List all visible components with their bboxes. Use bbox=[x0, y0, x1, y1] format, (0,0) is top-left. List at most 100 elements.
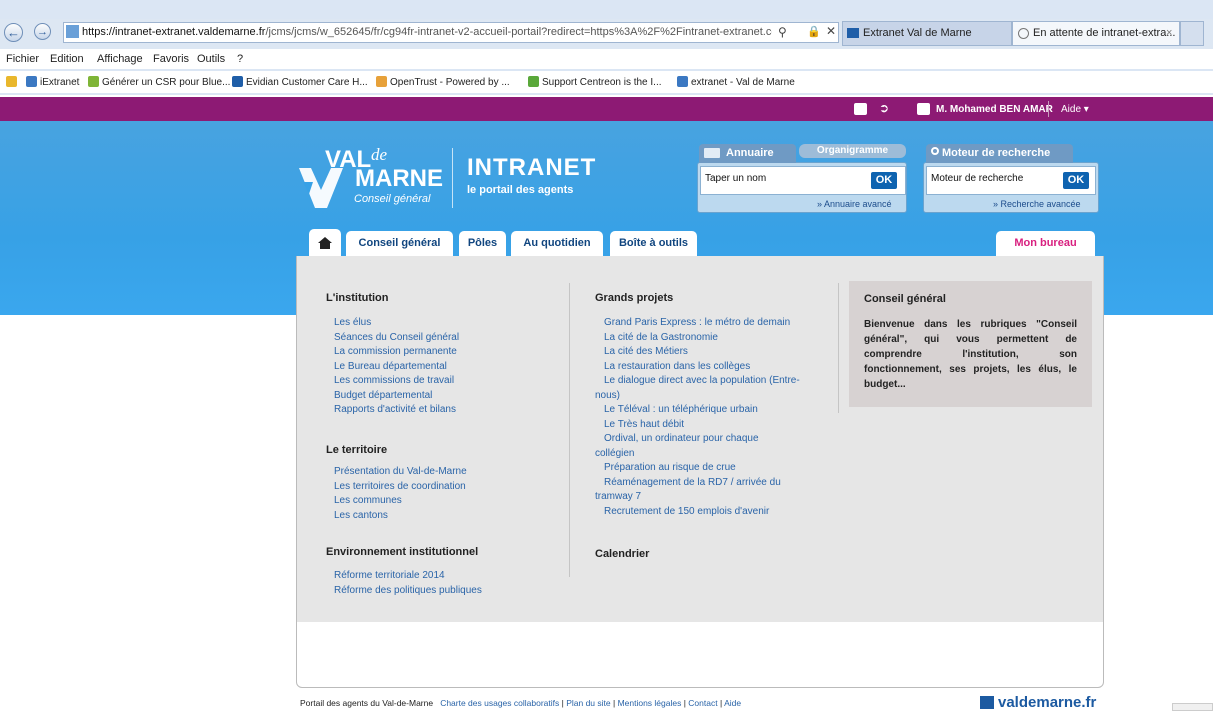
favorite-item[interactable]: iExtranet bbox=[26, 76, 79, 88]
link-ordival[interactable]: Ordival, un ordinateur pour chaque bbox=[595, 432, 810, 447]
link-recrutement[interactable]: Recrutement de 150 emplois d'avenir bbox=[595, 505, 810, 520]
section-title-environnement: Environnement institutionnel bbox=[326, 546, 479, 558]
favorite-item[interactable]: Générer un CSR pour Blue... bbox=[88, 76, 230, 88]
link-communes[interactable]: Les communes bbox=[334, 494, 467, 509]
link-elus[interactable]: Les élus bbox=[334, 316, 459, 331]
menu-help[interactable]: ? bbox=[237, 53, 243, 65]
ie-icon bbox=[26, 76, 37, 87]
menu-view[interactable]: Affichage bbox=[97, 53, 143, 65]
tab-boite-a-outils[interactable]: Boîte à outils bbox=[610, 231, 697, 257]
forward-button[interactable]: → bbox=[34, 23, 51, 40]
link-restauration[interactable]: La restauration dans les collèges bbox=[595, 360, 810, 375]
url-host: https://intranet-extranet.valdemarne.fr bbox=[82, 26, 266, 38]
menu-favorites[interactable]: Favoris bbox=[153, 53, 189, 65]
link-dialogue-cont[interactable]: nous) bbox=[595, 389, 810, 404]
stop-icon[interactable]: ✕ bbox=[826, 24, 836, 38]
territoire-links: Présentation du Val-de-Marne Les territo… bbox=[334, 465, 467, 523]
moteur-ok-button[interactable]: OK bbox=[1061, 170, 1091, 191]
logout-icon[interactable]: ➲ bbox=[879, 102, 892, 115]
close-tab-icon[interactable]: × bbox=[1166, 22, 1172, 45]
link-seances[interactable]: Séances du Conseil général bbox=[334, 331, 459, 346]
link-presentation[interactable]: Présentation du Val-de-Marne bbox=[334, 465, 467, 480]
favorite-item[interactable]: OpenTrust - Powered by ... bbox=[376, 76, 510, 88]
link-rd7-cont[interactable]: tramway 7 bbox=[595, 490, 810, 505]
link-ordival-cont[interactable]: collégien bbox=[595, 447, 810, 462]
favorites-star-icon[interactable] bbox=[6, 76, 20, 88]
annuaire-advanced-link[interactable]: » Annuaire avancé bbox=[817, 199, 892, 209]
site-subtitle: le portail des agents bbox=[467, 184, 574, 196]
footer-link-charte[interactable]: Charte des usages collaboratifs bbox=[440, 698, 559, 708]
favorite-item[interactable]: Evidian Customer Care H... bbox=[232, 76, 368, 88]
link-televal[interactable]: Le Téléval : un téléphérique urbain bbox=[595, 403, 810, 418]
tab-moteur[interactable]: Moteur de recherche bbox=[926, 144, 1073, 163]
logo-subtitle: Conseil général bbox=[354, 193, 431, 205]
grands-projets-links: Grand Paris Express : le métro de demain… bbox=[595, 316, 810, 519]
site-icon bbox=[677, 76, 688, 87]
link-cantons[interactable]: Les cantons bbox=[334, 509, 467, 524]
favorite-item[interactable]: Support Centreon is the I... bbox=[528, 76, 662, 88]
link-bureau[interactable]: Le Bureau départemental bbox=[334, 360, 459, 375]
valdemarne-logo-icon bbox=[980, 696, 994, 709]
footer-link-aide[interactable]: Aide bbox=[724, 698, 741, 708]
centreon-icon bbox=[528, 76, 539, 87]
new-tab-button[interactable] bbox=[1180, 21, 1204, 46]
link-rapports[interactable]: Rapports d'activité et bilans bbox=[334, 403, 459, 418]
tab-au-quotidien[interactable]: Au quotidien bbox=[511, 231, 603, 257]
environnement-links: Réforme territoriale 2014 Réforme des po… bbox=[334, 569, 482, 598]
tab-label: En attente de intranet-extra... bbox=[1033, 27, 1176, 39]
help-menu[interactable]: Aide ▾ bbox=[1061, 104, 1089, 115]
search-icon bbox=[931, 147, 939, 155]
menu-tools[interactable]: Outils bbox=[197, 53, 225, 65]
column-separator bbox=[838, 283, 839, 413]
link-territoires[interactable]: Les territoires de coordination bbox=[334, 480, 467, 495]
tab-organigramme[interactable]: Organigramme bbox=[799, 144, 906, 158]
moteur-advanced-link[interactable]: » Recherche avancée bbox=[993, 199, 1081, 209]
footer-link-contact[interactable]: Contact bbox=[688, 698, 717, 708]
lock-icon[interactable]: 🔒 bbox=[807, 25, 821, 38]
divider bbox=[1048, 101, 1049, 117]
link-crue[interactable]: Préparation au risque de crue bbox=[595, 461, 810, 476]
section-title-grands-projets: Grands projets bbox=[595, 292, 674, 304]
logo-marne: MARNE bbox=[355, 165, 443, 192]
link-commissions-travail[interactable]: Les commissions de travail bbox=[334, 374, 459, 389]
favorite-item[interactable]: extranet - Val de Marne bbox=[677, 76, 795, 88]
menu-file[interactable]: Fichier bbox=[6, 53, 39, 65]
link-dialogue[interactable]: Le dialogue direct avec la population (E… bbox=[595, 374, 810, 389]
valdemarne-logo[interactable]: valdemarne.fr bbox=[998, 694, 1096, 711]
link-grand-paris[interactable]: Grand Paris Express : le métro de demain bbox=[595, 316, 810, 331]
footer-link-mentions[interactable]: Mentions légales bbox=[618, 698, 682, 708]
link-reforme-territoriale[interactable]: Réforme territoriale 2014 bbox=[334, 569, 482, 584]
search-icon[interactable]: ⚲ bbox=[778, 25, 787, 39]
link-commission-permanente[interactable]: La commission permanente bbox=[334, 345, 459, 360]
tab-loading[interactable]: En attente de intranet-extra... × bbox=[1012, 21, 1180, 46]
scroll-button[interactable] bbox=[1172, 703, 1213, 711]
footer-label: Portail des agents du Val-de-Marne bbox=[300, 698, 434, 708]
section-title-calendrier[interactable]: Calendrier bbox=[595, 548, 649, 560]
footer-link-plan[interactable]: Plan du site bbox=[566, 698, 610, 708]
url-text[interactable]: https://intranet-extranet.valdemarne.fr/… bbox=[82, 26, 772, 38]
tab-poles[interactable]: Pôles bbox=[459, 231, 506, 257]
link-metiers[interactable]: La cité des Métiers bbox=[595, 345, 810, 360]
tab-annuaire[interactable]: Annuaire bbox=[699, 144, 796, 163]
annuaire-ok-button[interactable]: OK bbox=[869, 170, 899, 191]
edit-icon[interactable] bbox=[854, 103, 867, 115]
tab-home[interactable] bbox=[309, 229, 341, 257]
site-title: INTRANET bbox=[467, 154, 597, 181]
user-icon bbox=[917, 103, 930, 115]
user-name[interactable]: M. Mohamed BEN AMAR bbox=[936, 104, 1053, 115]
link-gastronomie[interactable]: La cité de la Gastronomie bbox=[595, 331, 810, 346]
link-budget[interactable]: Budget départemental bbox=[334, 389, 459, 404]
footer: Portail des agents du Val-de-Marne Chart… bbox=[300, 698, 742, 708]
contact-card-icon bbox=[704, 148, 720, 158]
link-reforme-politiques[interactable]: Réforme des politiques publiques bbox=[334, 584, 482, 599]
tab-conseil-general[interactable]: Conseil général bbox=[346, 231, 453, 257]
back-button[interactable]: ← bbox=[4, 23, 23, 42]
home-icon bbox=[318, 237, 332, 249]
link-rd7[interactable]: Réaménagement de la RD7 / arrivée du bbox=[595, 476, 810, 491]
tab-mon-bureau[interactable]: Mon bureau bbox=[996, 231, 1095, 257]
section-title-institution: L'institution bbox=[326, 292, 389, 304]
menu-edit[interactable]: Edition bbox=[50, 53, 84, 65]
menu-bar: Fichier Edition Affichage Favoris Outils… bbox=[0, 49, 1213, 69]
link-tres-haut-debit[interactable]: Le Très haut débit bbox=[595, 418, 810, 433]
tab-extranet[interactable]: Extranet Val de Marne bbox=[842, 21, 1012, 46]
